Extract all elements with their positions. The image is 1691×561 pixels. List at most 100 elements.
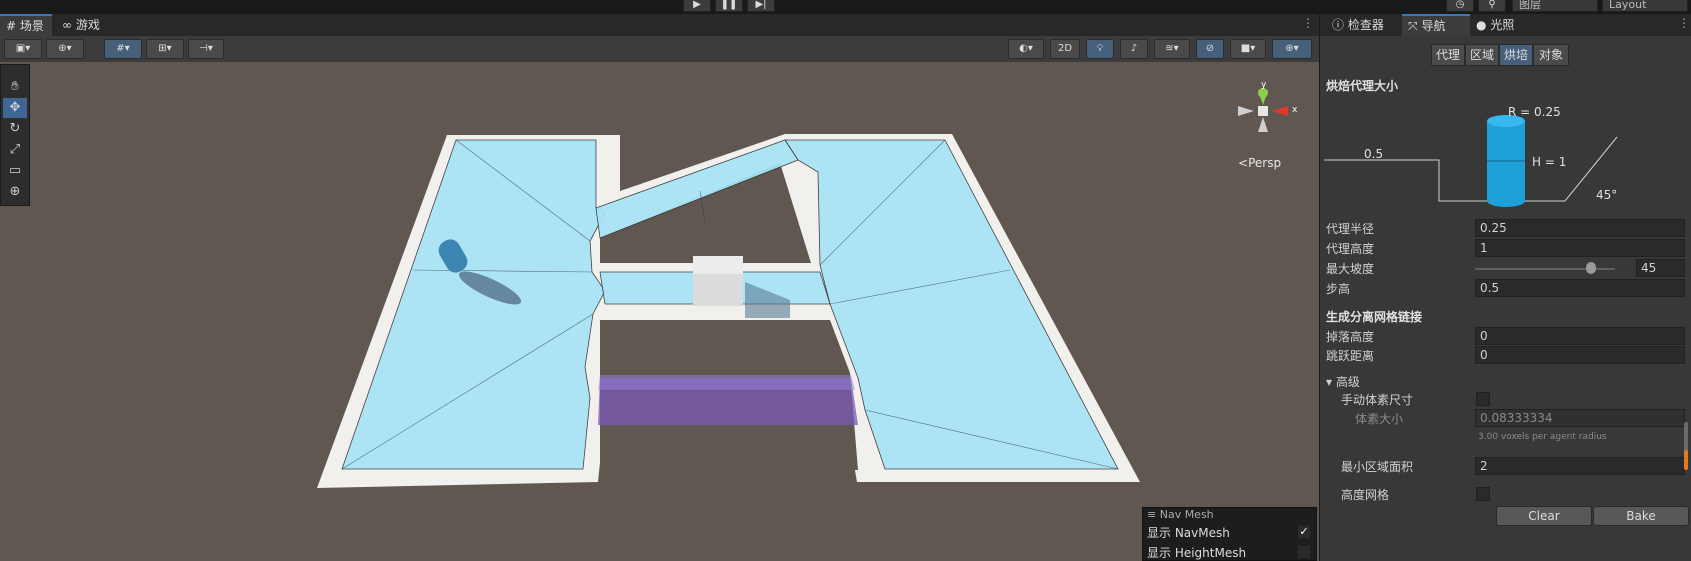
min-region-area-field[interactable]: 2 xyxy=(1475,457,1685,475)
bulb-icon: ● xyxy=(1476,18,1487,32)
tab-scene-label: 场景 xyxy=(19,19,44,33)
search-icon[interactable]: ⚲ xyxy=(1478,0,1506,12)
clear-button[interactable]: Clear xyxy=(1496,506,1592,526)
height-label: H = 1 xyxy=(1532,155,1567,169)
main-toolbar: ▶ ❚❚ ▶| ◷ ⚲ 图层 Layout xyxy=(0,0,1691,14)
gizmos-dropdown[interactable]: ⊕▾ xyxy=(1272,39,1312,59)
agent-height-field[interactable]: 1 xyxy=(1475,239,1685,257)
advanced-label: 高级 xyxy=(1335,375,1360,389)
gamepad-icon: ∞ xyxy=(62,18,72,32)
min-region-area-label: 最小区域面积 xyxy=(1341,460,1414,474)
agent-height-label: 代理高度 xyxy=(1326,242,1375,256)
subtab-object[interactable]: 对象 xyxy=(1533,44,1569,66)
hidden-toggle[interactable]: ⊘ xyxy=(1196,39,1224,59)
pause-button[interactable]: ❚❚ xyxy=(715,0,743,12)
height-mesh-label: 高度网格 xyxy=(1341,488,1390,502)
ruler-button[interactable]: ⊣▾ xyxy=(188,39,224,59)
radius-label: R = 0.25 xyxy=(1508,105,1561,119)
scene-toolbar: ▣▾ ⊕▾ #▾ ⊞▾ ⊣▾ ◐▾ 2D 💡︎ ♪ ≋▾ ⊘ ■▾ ⊕▾ xyxy=(0,36,1319,63)
layout-dropdown[interactable]: Layout xyxy=(1602,0,1688,12)
chevron-down-icon: ▾ xyxy=(1326,375,1333,389)
jump-distance-field[interactable]: 0 xyxy=(1475,346,1685,364)
tab-lighting-label: 光照 xyxy=(1490,18,1515,32)
gizmo-x-label: x xyxy=(1292,105,1298,115)
scene-view[interactable] xyxy=(0,62,1319,561)
global-toggle[interactable]: ⊕▾ xyxy=(46,39,84,59)
navigation-icon: ⤧ xyxy=(1408,19,1418,33)
lighting-toggle[interactable]: 💡︎ xyxy=(1086,39,1114,59)
orientation-gizmo[interactable] xyxy=(1230,80,1300,150)
height-mesh-checkbox[interactable] xyxy=(1476,487,1490,501)
increment-snap-button[interactable]: ⊞▾ xyxy=(146,39,184,59)
show-navmesh-label: 显示 NavMesh xyxy=(1147,526,1230,540)
layers-dropdown[interactable]: 图层 xyxy=(1512,0,1598,12)
shading-mode-dropdown[interactable]: ◐▾ xyxy=(1008,39,1044,59)
grid-icon: # xyxy=(6,19,17,33)
persp-toggle[interactable]: <Persp xyxy=(1238,156,1281,170)
tab-lighting[interactable]: ● 光照 xyxy=(1470,14,1536,36)
tab-navigation[interactable]: ⤧ 导航 xyxy=(1402,14,1470,36)
voxel-size-label: 体素大小 xyxy=(1355,412,1404,426)
bake-button[interactable]: Bake xyxy=(1593,506,1689,526)
persp-label: Persp xyxy=(1248,156,1282,170)
mute-icon: ♪ xyxy=(1130,43,1138,54)
drop-height-field[interactable]: 0 xyxy=(1475,327,1685,345)
overlay-title: ≡ Nav Mesh xyxy=(1147,508,1214,521)
effects-dropdown[interactable]: ≋▾ xyxy=(1154,39,1190,59)
tab-navigation-label: 导航 xyxy=(1421,19,1446,33)
voxel-hint: 3.00 voxels per agent radius xyxy=(1478,432,1607,442)
scene-tabbar xyxy=(0,14,1319,36)
tab-inspector[interactable]: ⓘ 检查器 xyxy=(1326,14,1402,36)
voxel-size-field: 0.08333334 xyxy=(1475,409,1685,427)
scale-tool-icon[interactable]: ⤢ xyxy=(3,140,27,160)
step-button[interactable]: ▶| xyxy=(747,0,775,12)
agent-radius-label: 代理半径 xyxy=(1326,222,1375,236)
subtab-object-label: 对象 xyxy=(1538,48,1563,62)
light-icon: 💡︎ xyxy=(1096,43,1104,54)
persp-icon: < xyxy=(1238,156,1249,170)
play-button[interactable]: ▶ xyxy=(683,0,711,12)
subtab-agents[interactable]: 代理 xyxy=(1431,44,1465,66)
subtab-areas[interactable]: 区域 xyxy=(1465,44,1499,66)
rect-tool-icon[interactable]: ▭ xyxy=(3,161,27,181)
eye-off-icon: ⊘ xyxy=(1205,43,1215,54)
subtab-agents-label: 代理 xyxy=(1435,48,1460,62)
jump-distance-label: 跳跃距离 xyxy=(1326,349,1375,363)
2d-toggle[interactable]: 2D xyxy=(1050,39,1080,59)
draw-mode-dropdown[interactable]: ▣▾ xyxy=(4,39,42,59)
max-slope-slider-handle[interactable] xyxy=(1586,262,1596,274)
navmesh-left xyxy=(341,139,606,470)
audio-toggle[interactable]: ♪ xyxy=(1120,39,1148,59)
offmesh-links-header: 生成分离网格链接 xyxy=(1326,310,1423,324)
hand-tool-icon[interactable]: ✋︎ xyxy=(3,77,27,97)
rotate-tool-icon[interactable]: ↻ xyxy=(3,119,27,139)
step-height-field[interactable]: 0.5 xyxy=(1475,279,1685,297)
show-navmesh-checkbox[interactable]: ✓ xyxy=(1297,525,1311,539)
transform-tool-icon[interactable]: ⊕ xyxy=(3,182,27,202)
tab-scene[interactable]: # 场景 xyxy=(0,14,52,36)
cube-side xyxy=(693,274,743,306)
step-label: 0.5 xyxy=(1364,147,1384,161)
history-icon[interactable]: ◷ xyxy=(1446,0,1474,12)
agent-size-diagram: R = 0.25 H = 1 0.5 45° xyxy=(1322,95,1691,215)
tab-game[interactable]: ∞ 游戏 xyxy=(56,14,116,36)
scene-kebab-icon[interactable]: ⋮ xyxy=(1302,16,1314,30)
info-icon: ⓘ xyxy=(1332,18,1345,32)
show-heightmesh-checkbox[interactable] xyxy=(1297,545,1311,559)
manual-voxel-checkbox[interactable] xyxy=(1476,392,1490,406)
slope-label: 45° xyxy=(1596,188,1618,202)
gizmo-axes xyxy=(1238,88,1288,132)
tab-inspector-label: 检查器 xyxy=(1347,18,1384,32)
panel-scrollbar-marker xyxy=(1684,450,1688,470)
max-slope-field[interactable]: 45 xyxy=(1636,259,1685,277)
agent-radius-field[interactable]: 0.25 xyxy=(1475,219,1685,237)
show-heightmesh-label: 显示 HeightMesh xyxy=(1147,546,1247,560)
grid-snap-button[interactable]: #▾ xyxy=(104,39,142,59)
2d-label: 2D xyxy=(1057,43,1073,54)
camera-dropdown[interactable]: ■▾ xyxy=(1230,39,1266,59)
panel-kebab-icon[interactable]: ⋮ xyxy=(1678,16,1690,30)
move-tool-icon[interactable]: ✥ xyxy=(3,98,27,118)
subtab-bake[interactable]: 烘培 xyxy=(1499,44,1533,66)
advanced-foldout[interactable]: ▾ 高级 xyxy=(1326,373,1360,390)
drop-height-label: 掉落高度 xyxy=(1326,330,1375,344)
